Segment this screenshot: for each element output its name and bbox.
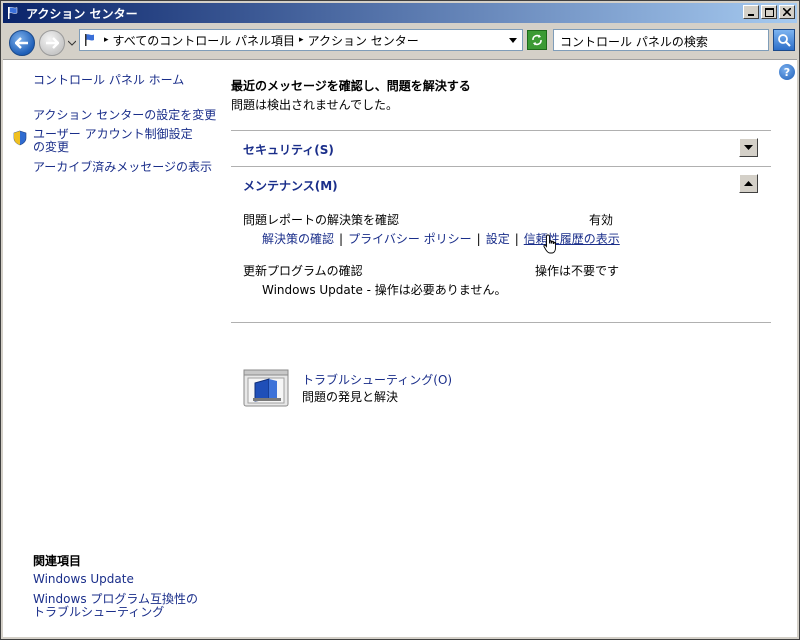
troubleshooting-subtitle: 問題の発見と解決 [302,390,399,404]
troubleshooting-icon[interactable] [243,369,289,407]
security-section-header[interactable]: セキュリティ(S) [243,141,334,158]
search-icon [778,34,791,47]
recent-pages-button[interactable] [67,38,77,48]
address-bar: ▸ すべてのコントロール パネル項目 ▸ アクション センター コントロール パ… [3,25,797,59]
title-bar[interactable]: アクション センター [3,3,797,23]
link-separator: | [476,231,481,246]
check-for-solutions-link[interactable]: 解決策の確認 [262,230,334,247]
link-separator: | [339,231,344,246]
close-icon [783,8,791,16]
flag-icon [6,5,22,21]
window-controls [741,5,795,19]
control-panel-home-link[interactable]: コントロール パネル ホーム [33,74,184,87]
problem-reports-status: 有効 [589,213,614,227]
chevron-down-icon [68,40,76,46]
forward-arrow-icon [46,37,59,49]
refresh-icon [532,34,542,46]
breadcrumb-item-action-center[interactable]: アクション センター [308,32,419,49]
hand-cursor-icon [543,234,561,256]
action-center-window: アクション センター ▸ すべてのコントロール パネル項目 ▸ アクション セン… [0,0,800,640]
close-button[interactable] [779,5,795,19]
minimize-button[interactable] [743,5,759,19]
link-separator: | [514,231,519,246]
problem-reports-links: 解決策の確認 | プライバシー ポリシー | 設定 | 信頼性履歴の表示 [262,230,620,247]
minimize-icon [748,14,754,16]
settings-link[interactable]: 設定 [486,230,510,247]
chevron-down-icon [744,145,753,150]
main-panel: 最近のメッセージを確認し、問題を解決する 問題は検出されませんでした。 セキュリ… [231,60,797,638]
flag-icon [84,32,100,48]
page-subtitle: 問題は検出されませんでした。 [231,98,399,112]
maintenance-collapse-button[interactable] [739,174,758,193]
refresh-button[interactable] [527,30,547,50]
uac-shield-icon [12,130,28,146]
windows-update-link[interactable]: Windows Update [33,573,134,586]
chevron-up-icon [744,181,753,186]
breadcrumb[interactable]: ▸ すべてのコントロール パネル項目 ▸ アクション センター [79,29,523,51]
privacy-policy-link[interactable]: プライバシー ポリシー [348,230,472,247]
problem-reports-label: 問題レポートの解決策を確認 [243,213,400,227]
content-area: ? コントロール パネル ホーム アクション センターの設定を変更 ユーザー ア… [3,59,797,637]
divider [231,322,771,323]
program-compatibility-troubleshooter-link[interactable]: Windows プログラム互換性のトラブルシューティング [33,593,205,619]
chevron-down-icon [509,37,517,43]
check-for-updates-label: 更新プログラムの確認 [243,264,363,278]
divider [231,166,771,167]
view-archived-messages-link[interactable]: アーカイブ済みメッセージの表示 [33,161,212,174]
back-arrow-icon [15,37,28,49]
view-reliability-history-link[interactable]: 信頼性履歴の表示 [524,230,620,247]
windows-update-detail: Windows Update - 操作は必要ありません。 [262,283,507,297]
address-dropdown-button[interactable] [506,33,520,47]
maintenance-section-header[interactable]: メンテナンス(M) [243,177,338,194]
page-title: 最近のメッセージを確認し、問題を解決する [231,79,471,93]
divider [231,130,771,131]
troubleshooting-link[interactable]: トラブルシューティング(O) [302,371,452,388]
search-button[interactable] [773,29,795,51]
change-action-center-settings-link[interactable]: アクション センターの設定を変更 [33,109,216,122]
maximize-icon [764,7,774,17]
forward-button[interactable] [39,30,65,56]
change-uac-settings-link[interactable]: ユーザー アカウント制御設定の変更 [33,128,203,154]
breadcrumb-item-all-control-panel[interactable]: すべてのコントロール パネル項目 [113,32,296,49]
check-for-updates-status: 操作は不要です [535,264,620,278]
related-title: 関連項目 [33,554,82,568]
window-title: アクション センター [26,6,138,21]
breadcrumb-separator-icon[interactable]: ▸ [299,35,304,45]
search-input[interactable]: コントロール パネルの検索 [553,29,769,51]
security-expand-button[interactable] [739,138,758,157]
back-button[interactable] [9,30,35,56]
breadcrumb-separator-icon[interactable]: ▸ [104,35,109,45]
maximize-button[interactable] [761,5,777,19]
sidebar: コントロール パネル ホーム アクション センターの設定を変更 ユーザー アカウ… [3,60,223,638]
